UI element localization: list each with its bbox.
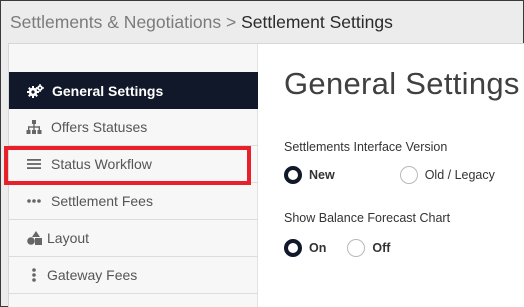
ellipsis-icon: [25, 194, 43, 208]
sidebar-item-label: Settlement Fees: [51, 193, 153, 209]
radio-label: Off: [372, 241, 391, 255]
sidebar-item-label: Offers Statuses: [51, 119, 148, 135]
general-settings-content: General Settings Settlements Interface V…: [258, 44, 524, 307]
sidebar-item-status-workflow[interactable]: Status Workflow: [9, 146, 258, 183]
balance-forecast-off-radio[interactable]: Off: [347, 239, 390, 257]
radio-label: New: [309, 168, 335, 182]
interface-version-label: Settlements Interface Version: [284, 140, 448, 154]
balance-forecast-label: Show Balance Forecast Chart: [284, 211, 451, 225]
settings-sidebar: General Settings Offers Statuses Status …: [9, 44, 258, 307]
sidebar-item-offers-statuses[interactable]: Offers Statuses: [9, 109, 258, 146]
bars-icon: [25, 157, 43, 171]
balance-forecast-on-radio[interactable]: On: [284, 239, 326, 257]
radio-checked-icon: [284, 166, 302, 184]
sitemap-icon: [25, 120, 43, 134]
radio-label: Old / Legacy: [424, 168, 495, 182]
interface-version-legacy-radio[interactable]: Old / Legacy: [399, 166, 495, 184]
vertical-ellipsis-icon: [25, 268, 43, 282]
page-title: General Settings: [284, 66, 520, 101]
sidebar-item-gateway-fees[interactable]: Gateway Fees: [9, 257, 258, 294]
radio-unchecked-icon: [347, 239, 366, 257]
radio-unchecked-icon: [399, 166, 418, 184]
sidebar-item-label: General Settings: [52, 82, 164, 99]
shapes-icon: [25, 231, 43, 245]
radio-checked-icon: [284, 239, 302, 257]
sidebar-item-settlement-fees[interactable]: Settlement Fees: [9, 183, 258, 220]
breadcrumb-parent[interactable]: Settlements & Negotiations: [10, 12, 221, 32]
sidebar-item-label: Gateway Fees: [47, 267, 138, 283]
sidebar-item-layout[interactable]: Layout: [9, 220, 258, 257]
interface-version-new-radio[interactable]: New: [284, 166, 335, 184]
balance-forecast-radio-group: On Off: [284, 238, 411, 258]
breadcrumb-current: Settlement Settings: [241, 12, 393, 32]
sidebar-item-general-settings[interactable]: General Settings: [9, 72, 258, 109]
breadcrumb: Settlements & Negotiations > Settlement …: [10, 11, 393, 33]
sidebar-item-label: Layout: [47, 230, 90, 246]
window-frame: Settlements & Negotiations > Settlement …: [0, 0, 524, 307]
gears-icon: [26, 83, 44, 98]
breadcrumb-separator: >: [225, 12, 237, 32]
interface-version-radio-group: New Old / Legacy: [284, 165, 516, 185]
radio-label: On: [309, 241, 327, 255]
sidebar-item-label: Status Workflow: [51, 156, 152, 172]
settings-panel: General Settings Offers Statuses Status …: [4, 43, 524, 307]
